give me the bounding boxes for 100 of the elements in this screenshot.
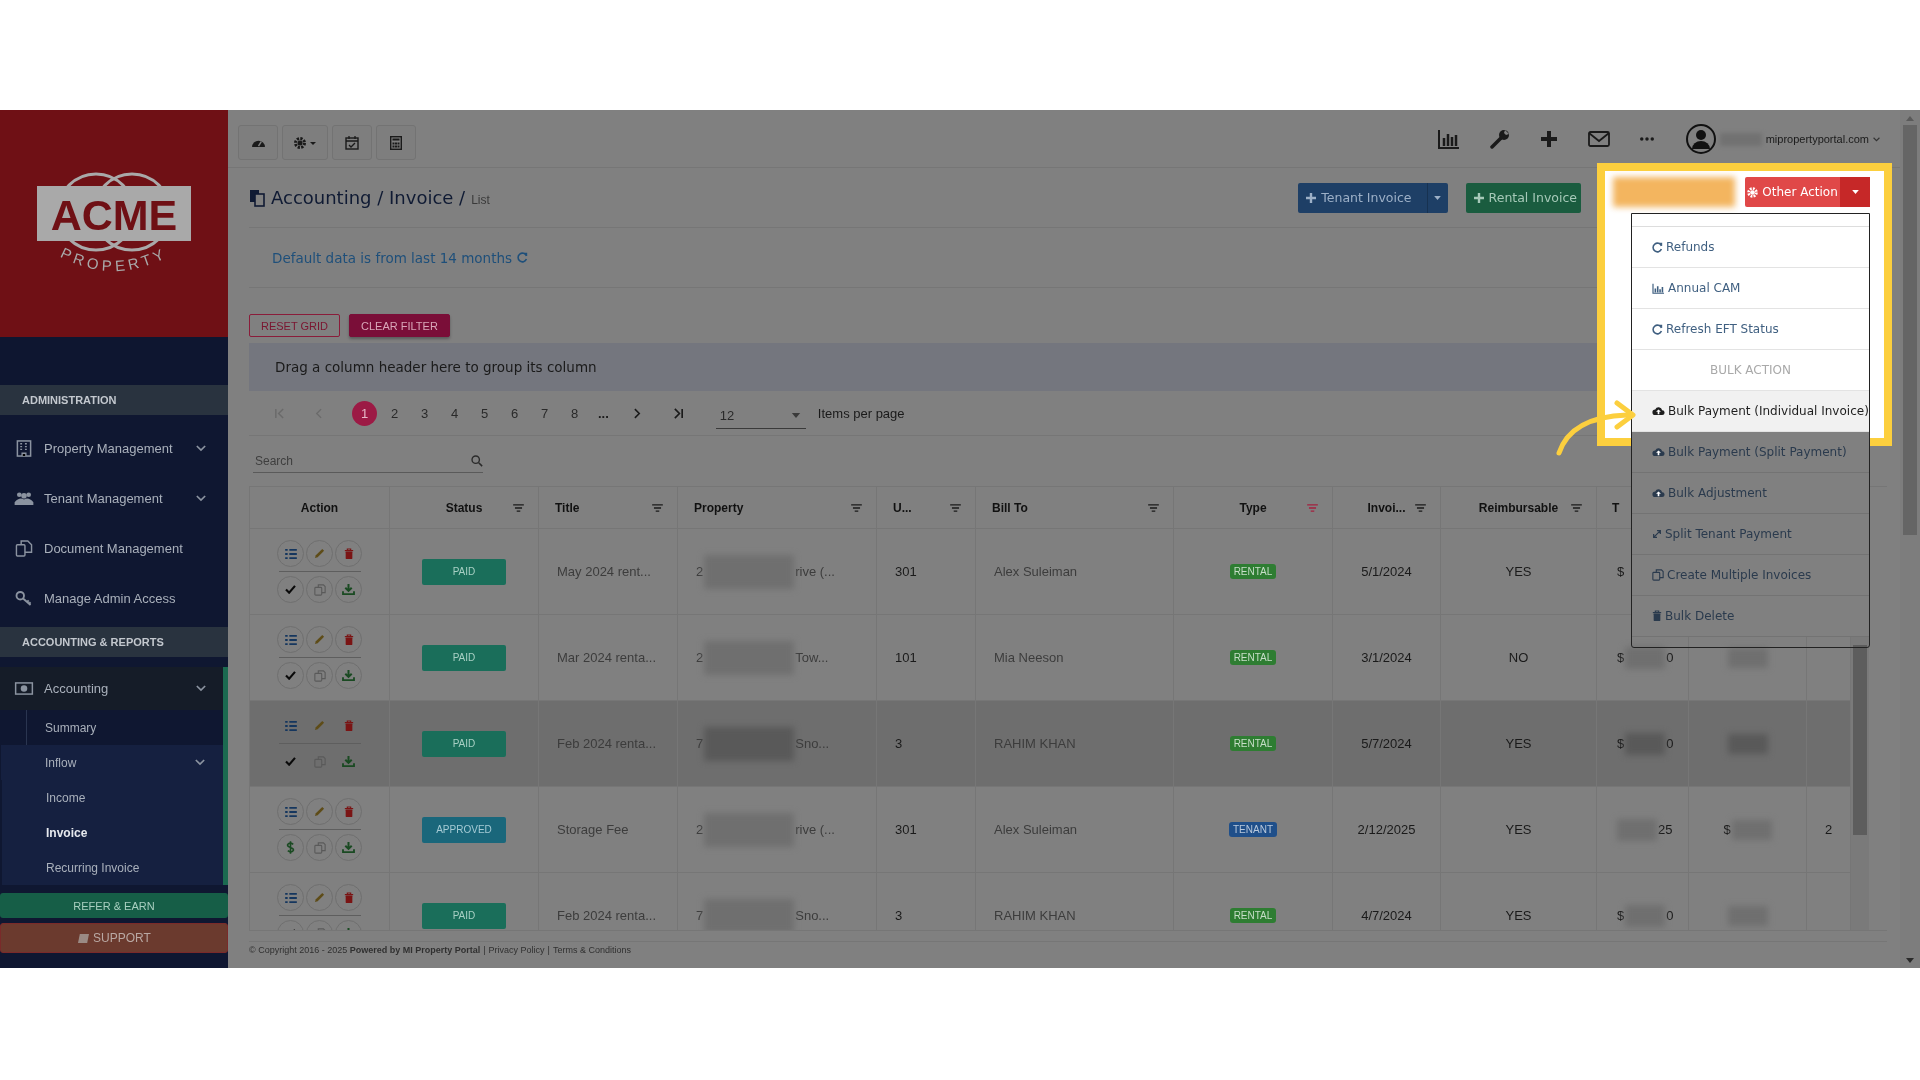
caret-icon: [789, 413, 802, 418]
cell-text: Storage Fee: [557, 822, 629, 837]
cell-text: Mar 2024 renta...: [557, 650, 656, 665]
nav-item[interactable]: Manage Admin Access: [0, 573, 228, 623]
calculator-icon: [390, 135, 402, 150]
nav-item[interactable]: Accounting: [0, 667, 228, 710]
nav-item[interactable]: Summary: [1, 710, 223, 745]
nav-item[interactable]: Inflow: [1, 745, 223, 780]
type-badge: RENTAL: [1229, 564, 1277, 579]
column-header[interactable]: Title: [555, 500, 580, 515]
cell-text: Sno...: [795, 908, 830, 923]
filter-icon: [1415, 503, 1426, 512]
nav-item[interactable]: Document Management: [0, 523, 228, 573]
expand-icon: [1652, 529, 1662, 539]
column-header[interactable]: U...: [893, 500, 912, 515]
page-button[interactable]: 7: [532, 400, 557, 426]
page-button[interactable]: 8: [562, 400, 587, 426]
page-button[interactable]: 3: [412, 400, 437, 426]
cell-text: 2/12/2025: [1357, 822, 1416, 837]
nav-item[interactable]: Invoice: [2, 815, 223, 850]
cloud-upload-icon: [1652, 447, 1665, 457]
calculator-button[interactable]: [376, 125, 416, 160]
menu-item[interactable]: Bulk Payment (Split Payment): [1632, 432, 1869, 473]
approve-button[interactable]: [277, 662, 304, 689]
status-badge: APPROVED: [422, 816, 506, 843]
list-icon: [284, 806, 297, 817]
user-domain: mipropertyportal.com: [1765, 133, 1869, 145]
add-invoice-button[interactable]: Tenant Invoice: [1298, 182, 1448, 213]
column-header[interactable]: Action: [300, 500, 339, 515]
cell-text: 301: [895, 564, 917, 579]
nav-item[interactable]: Tenant Management: [0, 473, 228, 523]
wrench-icon[interactable]: [1489, 129, 1510, 149]
column-header[interactable]: Status: [445, 500, 483, 515]
user-menu[interactable]: mipropertyportal.com: [1685, 124, 1880, 154]
dashboard-button[interactable]: [238, 125, 278, 160]
search-field[interactable]: Search: [253, 452, 471, 469]
support-button[interactable]: SUPPORT: [0, 923, 228, 953]
reset-grid-button[interactable]: RESET GRID: [249, 314, 341, 337]
nav-item[interactable]: Income: [2, 780, 223, 815]
list-icon: [284, 548, 297, 559]
copyright-text: © Copyright 2016 - 2025 Powered by MI Property Portal: [249, 945, 481, 955]
section-heading: ACCOUNTING & REPORTS: [0, 627, 228, 657]
last-page-icon[interactable]: [672, 407, 684, 419]
page-button[interactable]: 1: [352, 400, 377, 426]
refresh-icon: [1652, 241, 1663, 253]
scrollbar-thumb[interactable]: [1903, 125, 1917, 535]
documents-icon: [14, 539, 34, 557]
page-button[interactable]: 6: [502, 400, 527, 426]
more-icon[interactable]: [1639, 137, 1654, 141]
documents-icon: [249, 188, 265, 207]
filter-icon: [851, 503, 862, 512]
notice-text: Default data is from last 14 months: [272, 249, 513, 266]
plus-icon[interactable]: [1539, 130, 1558, 148]
nav-item[interactable]: Recurring Invoice: [2, 850, 223, 885]
cell-text: 2: [1824, 822, 1833, 837]
page-button[interactable]: 2: [382, 400, 407, 426]
column-header[interactable]: Bill To: [992, 500, 1028, 515]
menu-item[interactable]: Split Tenant Payment: [1632, 514, 1869, 555]
cell-text: 3: [895, 736, 903, 751]
bar-chart-icon: [1652, 282, 1665, 294]
refer-button[interactable]: REFER & EARN: [0, 893, 228, 918]
menu-item[interactable]: Bulk Payment (Individual Invoice): [1632, 391, 1869, 432]
add-invoice-button[interactable]: Rental Invoice: [1465, 182, 1581, 213]
pencil-icon: [314, 634, 325, 645]
menu-item[interactable]: Bulk Delete: [1632, 596, 1869, 637]
trash-icon: [343, 805, 354, 818]
footer-link[interactable]: Terms & Conditions: [552, 945, 631, 955]
cell-text: 5/7/2024: [1361, 736, 1412, 751]
settings-button[interactable]: [282, 125, 328, 160]
column-header[interactable]: Reimbursable: [1478, 500, 1559, 515]
type-badge: RENTAL: [1229, 736, 1277, 751]
footer-link[interactable]: Privacy Policy: [488, 945, 545, 955]
calendar-button[interactable]: [332, 125, 372, 160]
column-header[interactable]: Property: [694, 500, 744, 515]
group-hint: Drag a column header here to group its column: [275, 359, 597, 375]
cell-text: $: [1617, 736, 1625, 751]
page-size-select[interactable]: 12: [715, 403, 806, 429]
nav-item[interactable]: Property Management: [0, 423, 228, 473]
page-button[interactable]: 4: [442, 400, 467, 426]
page-button[interactable]: 5: [472, 400, 497, 426]
column-header[interactable]: T: [1612, 500, 1620, 515]
column-header[interactable]: Type: [1239, 500, 1267, 515]
list-icon: [284, 634, 297, 645]
more-pages[interactable]: ...: [598, 405, 609, 421]
scrollbar-thumb[interactable]: [1853, 645, 1867, 835]
clear-filter-button[interactable]: CLEAR FILTER: [349, 314, 450, 337]
details-button[interactable]: [277, 626, 304, 653]
bar-chart-icon[interactable]: [1437, 129, 1460, 149]
next-page-icon[interactable]: [633, 407, 641, 419]
trash-icon: [1652, 610, 1662, 622]
other-action-button[interactable]: Other Action: [1745, 177, 1840, 207]
download-button[interactable]: [335, 662, 362, 689]
mail-icon[interactable]: [1587, 131, 1610, 147]
table-row[interactable]: APPROVED Storage Fee 2 rive (... 301 Alex Suleiman TENANT 2/12/2025 YES 25 $ 2: [250, 787, 1851, 873]
copy-icon: [313, 841, 326, 854]
cell-text: 7: [696, 908, 704, 923]
menu-item[interactable]: Create Multiple Invoices: [1632, 555, 1869, 596]
table-row[interactable]: PAID Feb 2024 renta... 7 Sno... 3 RAHIM KHAN RENTAL 4/7/2024 YES $ 0: [250, 873, 1851, 930]
column-header[interactable]: Invoi...: [1367, 500, 1406, 515]
pencil-icon: [314, 720, 325, 731]
